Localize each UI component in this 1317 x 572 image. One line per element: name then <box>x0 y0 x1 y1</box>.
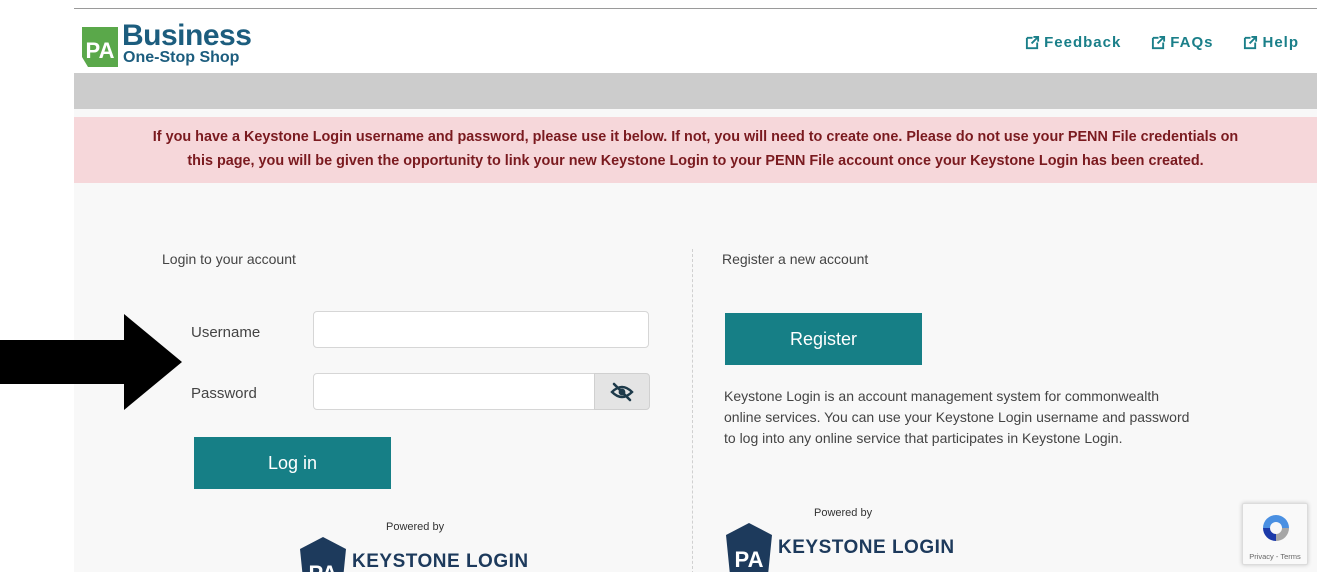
recaptcha-badge[interactable]: Privacy - Terms <box>1242 503 1308 565</box>
business-one-stop-shop-logo[interactable]: PA Business One-Stop Shop <box>82 19 272 67</box>
keystone-login-description: Keystone Login is an account management … <box>724 388 1190 446</box>
login-section-title: Login to your account <box>162 251 296 267</box>
svg-text:PA: PA <box>86 38 115 63</box>
pa-keystone-icon: PA <box>300 537 346 572</box>
register-button[interactable]: Register <box>725 313 922 365</box>
register-section-title: Register a new account <box>722 251 869 267</box>
eye-slash-icon <box>610 382 634 401</box>
password-input[interactable] <box>313 373 595 410</box>
external-link-icon <box>1152 35 1166 50</box>
powered-by-keystone-login-right: Powered by PA KEYSTONE LOGIN <box>726 507 986 572</box>
login-button[interactable]: Log in <box>194 437 391 489</box>
feedback-link[interactable]: Feedback <box>1025 34 1121 51</box>
feedback-link-label: Feedback <box>1044 34 1122 51</box>
header: PA Business One-Stop Shop Feedback FAQs <box>74 9 1317 73</box>
help-link-label: Help <box>1262 34 1299 51</box>
password-label: Password <box>191 385 257 402</box>
external-link-icon <box>1244 35 1258 50</box>
top-links: Feedback FAQs Help <box>1025 34 1299 51</box>
pa-keystone-icon: PA <box>82 27 118 67</box>
column-divider <box>692 249 693 572</box>
faqs-link[interactable]: FAQs <box>1151 34 1213 51</box>
alert-line-2: this page, you will be given the opportu… <box>187 153 1204 169</box>
external-link-icon <box>1026 35 1040 50</box>
logo-word-business: Business <box>122 19 252 52</box>
pa-keystone-icon: PA <box>726 523 772 572</box>
keystone-login-brand: KEYSTONE LOGIN <box>352 551 529 572</box>
powered-by-label: Powered by <box>814 507 873 519</box>
faqs-link-label: FAQs <box>1170 34 1214 51</box>
page: PA Business One-Stop Shop Feedback FAQs <box>74 8 1317 572</box>
alert-line-1: If you have a Keystone Login username an… <box>152 129 1239 145</box>
credentials-alert: If you have a Keystone Login username an… <box>74 117 1317 183</box>
help-link[interactable]: Help <box>1243 34 1299 51</box>
logo-word-one-stop-shop: One-Stop Shop <box>123 49 240 66</box>
keystone-login-brand: KEYSTONE LOGIN <box>778 537 955 558</box>
arrow-right-icon <box>0 314 182 410</box>
username-label: Username <box>191 324 261 341</box>
powered-by-label: Powered by <box>386 521 445 533</box>
recaptcha-privacy-terms[interactable]: Privacy - Terms <box>1243 552 1307 561</box>
password-visibility-toggle[interactable] <box>594 373 650 410</box>
nav-bar <box>74 73 1317 109</box>
username-input[interactable] <box>313 311 649 348</box>
svg-text:PA: PA <box>309 561 338 572</box>
svg-text:PA: PA <box>735 547 764 572</box>
recaptcha-icon <box>1263 515 1289 541</box>
powered-by-keystone-login-left: Powered by PA KEYSTONE LOGIN <box>300 521 560 572</box>
